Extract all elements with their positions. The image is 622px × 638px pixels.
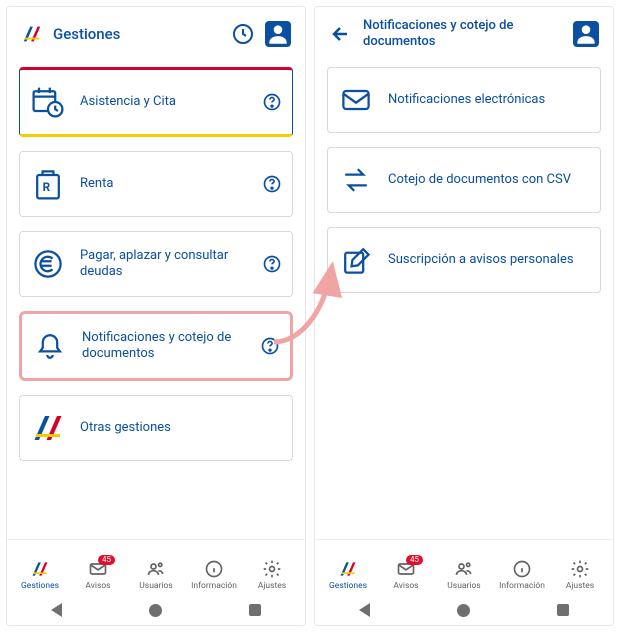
nav-gestiones[interactable]: Gestiones <box>319 559 377 591</box>
card-label: Renta <box>80 176 248 192</box>
left-phone: Gestiones Asistencia y Cita <box>6 6 306 626</box>
right-title: Notificaciones y cotejo de documentos <box>363 18 563 49</box>
android-home-icon[interactable] <box>457 604 470 617</box>
badge-count: 45 <box>406 555 423 565</box>
help-icon[interactable] <box>262 174 282 194</box>
android-home-icon[interactable] <box>149 604 162 617</box>
nav-label: Ajustes <box>566 581 594 591</box>
left-bottom-nav: Gestiones 45 Avisos Usuarios Información… <box>7 539 305 595</box>
android-recent-icon[interactable] <box>557 604 569 616</box>
help-icon[interactable] <box>262 92 282 112</box>
android-back-icon[interactable] <box>359 603 370 617</box>
nav-label: Usuarios <box>139 581 172 591</box>
nav-informacion[interactable]: Información <box>185 559 243 591</box>
android-nav <box>7 595 305 625</box>
right-content: Notificaciones electrónicas Cotejo de do… <box>315 61 613 539</box>
android-nav <box>315 595 613 625</box>
nav-avisos[interactable]: 45 Avisos <box>377 559 435 591</box>
nav-usuarios[interactable]: Usuarios <box>127 559 185 591</box>
nav-usuarios[interactable]: Usuarios <box>435 559 493 591</box>
help-icon[interactable] <box>262 254 282 274</box>
user-icon[interactable] <box>265 21 291 47</box>
clock-icon[interactable] <box>231 22 255 46</box>
bell-icon <box>32 328 68 364</box>
card-pagar[interactable]: Pagar, aplazar y consultar deudas <box>19 231 293 297</box>
card-asistencia[interactable]: Asistencia y Cita <box>19 67 293 137</box>
card-label: Notificaciones electrónicas <box>388 92 590 108</box>
card-suscripcion[interactable]: Suscripción a avisos personales <box>327 227 601 293</box>
card-cotejo-csv[interactable]: Cotejo de documentos con CSV <box>327 147 601 213</box>
euro-icon <box>30 246 66 282</box>
right-phone: Notificaciones y cotejo de documentos No… <box>314 6 614 626</box>
nav-label: Información <box>191 581 237 591</box>
left-content: Asistencia y Cita R Renta <box>7 61 305 539</box>
card-otras[interactable]: Otras gestiones <box>19 395 293 461</box>
help-icon[interactable] <box>260 336 280 356</box>
card-label: Suscripción a avisos personales <box>388 252 590 268</box>
nav-ajustes[interactable]: Ajustes <box>243 559 301 591</box>
user-icon[interactable] <box>573 21 599 47</box>
nav-label: Gestiones <box>329 581 367 591</box>
nav-avisos[interactable]: 45 Avisos <box>69 559 127 591</box>
mail-icon <box>338 82 374 118</box>
nav-ajustes[interactable]: Ajustes <box>551 559 609 591</box>
calendar-clock-icon <box>30 84 66 120</box>
nav-label: Ajustes <box>258 581 286 591</box>
nav-label: Información <box>499 581 545 591</box>
badge-count: 45 <box>98 555 115 565</box>
left-title: Gestiones <box>53 25 221 43</box>
renta-icon: R <box>30 166 66 202</box>
aeat-logo-icon <box>30 410 66 446</box>
card-notif-electronicas[interactable]: Notificaciones electrónicas <box>327 67 601 133</box>
card-label: Asistencia y Cita <box>80 94 248 110</box>
edit-document-icon <box>338 242 374 278</box>
right-bottom-nav: Gestiones 45 Avisos Usuarios Información… <box>315 539 613 595</box>
swap-arrows-icon <box>338 162 374 198</box>
nav-informacion[interactable]: Información <box>493 559 551 591</box>
card-label: Cotejo de documentos con CSV <box>388 172 590 188</box>
android-recent-icon[interactable] <box>249 604 261 616</box>
card-label: Otras gestiones <box>80 420 282 436</box>
nav-label: Gestiones <box>21 581 59 591</box>
android-back-icon[interactable] <box>51 603 62 617</box>
aeat-logo-icon <box>21 23 43 45</box>
nav-label: Avisos <box>85 581 110 591</box>
back-arrow-icon[interactable] <box>329 22 353 46</box>
card-label: Notificaciones y cotejo de documentos <box>82 330 246 363</box>
card-label: Pagar, aplazar y consultar deudas <box>80 248 248 281</box>
left-header: Gestiones <box>7 7 305 61</box>
card-renta[interactable]: R Renta <box>19 151 293 217</box>
nav-label: Avisos <box>393 581 418 591</box>
svg-text:R: R <box>43 180 51 194</box>
right-header: Notificaciones y cotejo de documentos <box>315 7 613 61</box>
card-notificaciones[interactable]: Notificaciones y cotejo de documentos <box>19 311 293 381</box>
nav-gestiones[interactable]: Gestiones <box>11 559 69 591</box>
nav-label: Usuarios <box>447 581 480 591</box>
